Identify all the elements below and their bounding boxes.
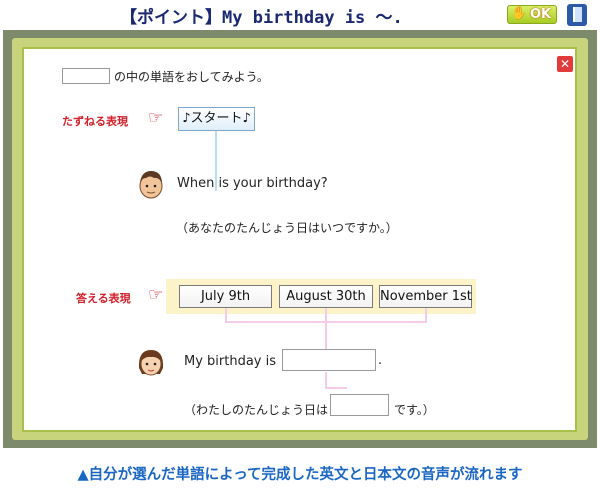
question-japanese: （あなたのたんじょう日はいつですか。） [176, 221, 398, 235]
choice-july-9th-button[interactable]: July 9th [179, 285, 272, 308]
answer-japanese-suffix: です。） [394, 403, 435, 417]
start-button[interactable]: ♪スタート♪ [178, 107, 255, 131]
ok-button[interactable]: ✋ OK [507, 5, 557, 24]
boy-avatar-icon [139, 171, 163, 199]
instruction-text: の中の単語をおしてみよう。 [114, 70, 269, 84]
page-title: 【ポイント】My birthday is 〜. [120, 8, 403, 28]
instruction-example-box [62, 68, 110, 84]
ok-button-label: OK [530, 7, 552, 22]
answer-japanese-prefix: （わたしのたんじょう日は [184, 403, 329, 417]
girl-avatar-icon [138, 350, 164, 376]
header-bar: 【ポイント】My birthday is 〜. ✋ OK [0, 0, 600, 30]
connector-line [325, 387, 347, 389]
connector-line [325, 308, 327, 350]
question-text: When is your birthday? [177, 176, 328, 191]
exit-button[interactable] [567, 4, 587, 26]
answer-blank-box [282, 349, 376, 371]
caption: ▲自分が選んだ単語によって完成した英文と日本文の音声が流れます [77, 467, 523, 483]
answer-japanese-blank-box [330, 394, 389, 416]
choice-august-30th-button[interactable]: August 30th [279, 285, 373, 308]
content-panel [22, 47, 577, 432]
answer-expression-label: 答える表現 [76, 292, 131, 305]
answer-sentence-suffix: . [378, 353, 383, 368]
door-exit-icon [573, 7, 582, 22]
ask-expression-label: たずねる表現 [62, 115, 128, 128]
answer-sentence-prefix: My birthday is [184, 354, 277, 369]
pointing-hand-icon: ☞ [148, 285, 164, 305]
choice-november-1st-button[interactable]: November 1st [379, 285, 472, 308]
close-x-icon[interactable]: ✕ [557, 56, 573, 72]
hand-ok-icon: ✋ [511, 6, 528, 21]
connector-line [325, 372, 327, 388]
connector-line [225, 321, 427, 323]
pointing-hand-icon: ☞ [148, 108, 164, 128]
